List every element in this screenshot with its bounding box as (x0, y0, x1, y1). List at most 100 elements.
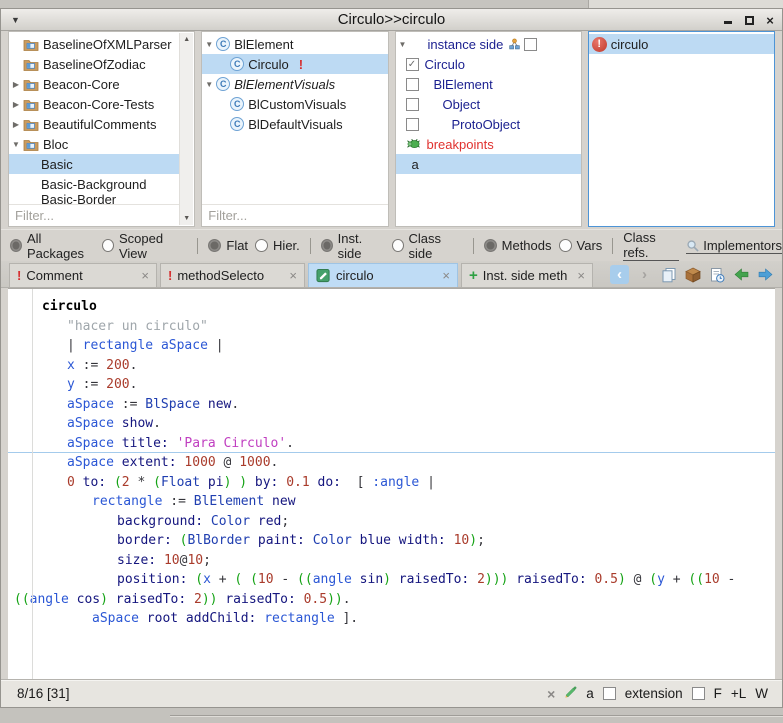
protocol-header-row[interactable]: ▼ instance side (396, 34, 581, 54)
tab-circulo[interactable]: circulo× (308, 263, 458, 287)
close-icon[interactable]: × (137, 268, 149, 283)
edit-pencil-icon[interactable] (564, 686, 577, 702)
protocol-row[interactable]: a (396, 154, 581, 174)
package-row[interactable]: ▶BeautifulComments (9, 114, 180, 134)
protocol-row[interactable]: BlElement (396, 74, 581, 94)
class-row[interactable]: ▼CBlElementVisuals (202, 74, 387, 94)
protocol-checkbox[interactable] (406, 98, 419, 111)
edit-pencil-icon (564, 686, 577, 699)
protocol-header-label: instance side (428, 37, 504, 52)
scroll-up-button[interactable]: ▲ (183, 33, 190, 46)
protocol-row[interactable]: ProtoObject (396, 114, 581, 134)
expander-icon[interactable]: ▼ (202, 80, 216, 89)
class-row[interactable]: CBlDefaultVisuals (202, 114, 387, 134)
protocol-checkbox[interactable]: ✓ (406, 58, 419, 71)
packages-pane: BaselineOfXMLParserBaselineOfZodiac ▶ Beac… (8, 31, 195, 227)
protocol-label: Object (443, 97, 481, 112)
dismiss-icon[interactable]: × (547, 686, 555, 702)
method-label: circulo (611, 37, 649, 52)
class-filter-input[interactable] (202, 205, 387, 226)
tab-comment[interactable]: !Comment× (9, 263, 157, 287)
radio-flat[interactable]: Flat (208, 238, 248, 253)
tab-label: Comment (26, 268, 82, 283)
methods-pane: !circulo (588, 31, 775, 227)
package-icon (23, 58, 39, 71)
package-box-icon[interactable] (684, 266, 702, 284)
package-row[interactable]: ▶ Beacon-Core (9, 74, 180, 94)
history-icon[interactable] (708, 266, 726, 284)
radio-icon (208, 239, 221, 252)
package-icon (23, 38, 39, 51)
header-checkbox[interactable] (524, 38, 537, 51)
package-row[interactable]: BaselineOfXMLParser (9, 34, 180, 54)
radio-methods[interactable]: Methods (484, 238, 552, 253)
package-tag-row[interactable]: Basic-Background (9, 174, 180, 194)
package-box-icon (685, 267, 701, 283)
package-label: Basic-Background (41, 177, 147, 192)
class-row[interactable]: CCirculo! (202, 54, 387, 74)
class-row[interactable]: CBlCustomVisuals (202, 94, 387, 114)
link-class-refs[interactable]: Class refs. (623, 230, 679, 261)
package-row[interactable]: ▶ Beacon-Core-Tests (9, 94, 180, 114)
background-window-edge (170, 715, 783, 717)
expander-icon[interactable]: ▶ (9, 120, 23, 129)
protocol-label: Circulo (425, 57, 465, 72)
package-row[interactable]: BaselineOfZodiac (9, 54, 180, 74)
back-arrow-icon (734, 268, 749, 281)
radio-scoped-view[interactable]: Scoped View (102, 231, 187, 261)
close-icon[interactable]: × (285, 268, 297, 283)
scroll-down-button[interactable]: ▼ (183, 212, 190, 225)
protocol-checkbox[interactable] (406, 118, 419, 131)
package-label: Beacon-Core (43, 77, 120, 92)
nav-back-button[interactable]: ‹ (610, 265, 629, 284)
radio-vars[interactable]: Vars (559, 238, 603, 253)
radio-inst-side[interactable]: Inst. side (321, 231, 385, 261)
minimize-button[interactable] (722, 14, 734, 26)
tab-bar: !Comment×!methodSelecto×circulo×+Inst. s… (1, 261, 782, 288)
status-position: 8/16 [31] (17, 686, 70, 701)
expander-icon[interactable]: ▼ (202, 40, 216, 49)
protocol-row[interactable]: ✓ Circulo (396, 54, 581, 74)
nav-forward-button[interactable]: › (635, 265, 654, 284)
tab-inst-side-metho[interactable]: +Inst. side metho× (461, 263, 593, 287)
code-editor[interactable]: circulo"hacer un circulo"| rectangle aSp… (8, 288, 775, 679)
protocol-checkbox[interactable] (406, 78, 419, 91)
protocol-row[interactable]: Object (396, 94, 581, 114)
package-filter-input[interactable] (9, 205, 180, 226)
radio-class-side[interactable]: Class side (392, 231, 463, 261)
close-icon[interactable]: × (438, 268, 450, 283)
package-label: Beacon-Core-Tests (43, 97, 154, 112)
method-row[interactable]: !circulo (589, 34, 774, 54)
copy-icon[interactable] (660, 266, 678, 284)
close-button[interactable]: × (764, 14, 776, 26)
expander-icon[interactable]: ▼ (396, 40, 410, 49)
protocol-label: breakpoints (427, 137, 494, 152)
tab-methodselecto[interactable]: !methodSelecto× (160, 263, 305, 287)
error-badge: ! (299, 57, 303, 72)
class-row[interactable]: ▼CBlElement (202, 34, 387, 54)
tab-label: methodSelecto (177, 268, 264, 283)
f-checkbox[interactable] (692, 687, 705, 700)
browse-forward-button[interactable] (756, 266, 774, 284)
protocol-row[interactable]: breakpoints (396, 134, 581, 154)
extension-checkbox[interactable] (603, 687, 616, 700)
packages-scrollbar[interactable]: ▲ ▼ (179, 33, 193, 225)
close-icon[interactable]: × (573, 268, 585, 283)
package-tag-row[interactable]: Basic-Border (9, 194, 180, 204)
extension-label: extension (625, 686, 683, 701)
code-line: aSpace title: 'Para Circulo'. (8, 434, 775, 454)
package-tag-row[interactable]: Basic (9, 154, 180, 174)
expander-icon[interactable]: ▶ (9, 100, 23, 109)
radio-icon (559, 239, 572, 252)
desktop-bottom-strip (0, 708, 783, 723)
code-line: background: Color red; (8, 512, 775, 532)
maximize-button[interactable] (743, 14, 755, 26)
protocol-label: ProtoObject (452, 117, 521, 132)
package-row[interactable]: ▼Bloc (9, 134, 180, 154)
browse-back-button[interactable] (732, 266, 750, 284)
expander-icon[interactable]: ▼ (9, 140, 23, 149)
expander-icon[interactable]: ▶ (9, 80, 23, 89)
radio-all-packages[interactable]: All Packages (10, 231, 95, 261)
link-implementors[interactable]: Implementors (686, 238, 782, 254)
radio-hier[interactable]: Hier. (255, 238, 300, 253)
